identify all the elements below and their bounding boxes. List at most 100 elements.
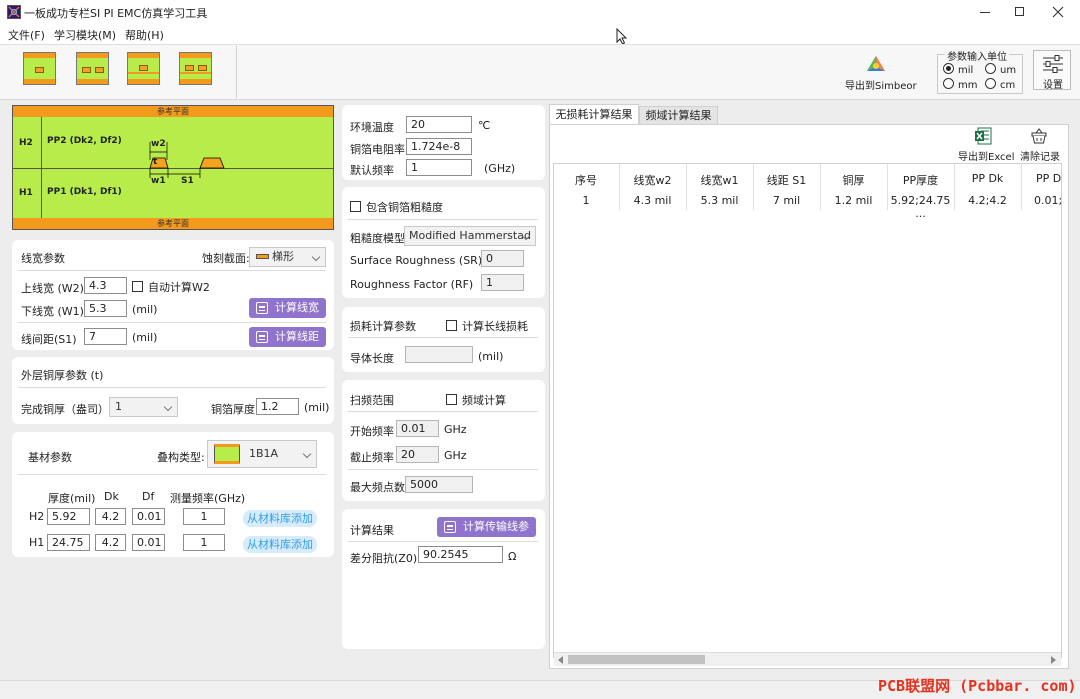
col-header: 铜厚 bbox=[842, 174, 865, 187]
h-label-divider bbox=[41, 117, 42, 218]
h1-label: H1 bbox=[19, 188, 33, 198]
roughness-checkbox[interactable]: 包含铜箔粗糙度 bbox=[350, 199, 443, 215]
stackup-4-button[interactable] bbox=[179, 52, 212, 85]
freq-domain-checkbox[interactable]: 频域计算 bbox=[446, 392, 506, 408]
substrate-title: 基材参数 bbox=[28, 451, 72, 464]
unit-mm-label: mm bbox=[958, 80, 978, 91]
watermark: PCB联盟网 (Pcbbar. com) bbox=[878, 677, 1077, 695]
res-input[interactable]: 1.724e-8 bbox=[406, 138, 472, 155]
menu-bar: 文件(F) 学习模块(M) 帮助(H) bbox=[0, 24, 1080, 44]
h1-thickness-input[interactable]: 24.75 bbox=[47, 534, 90, 551]
rf-label: Roughness Factor (RF) bbox=[350, 278, 474, 291]
scrollbar-thumb[interactable] bbox=[568, 655, 705, 664]
w1-field-label: 下线宽 (W1) bbox=[21, 305, 84, 318]
calc-width-button[interactable]: 计算线宽 bbox=[249, 298, 326, 318]
temp-label: 环境温度 bbox=[350, 121, 394, 134]
table-cell: 4.3 mil bbox=[633, 194, 672, 207]
col-divider bbox=[619, 163, 620, 210]
loss-title: 损耗计算参数 bbox=[350, 320, 416, 333]
export-simbeor-button[interactable]: 导出到Simbeor bbox=[845, 77, 917, 92]
s1-label: S1 bbox=[181, 176, 194, 186]
calc-tline-button[interactable]: 计算传输线参数 bbox=[437, 517, 536, 553]
table-cell: 1 bbox=[582, 194, 590, 207]
scroll-left-icon[interactable] bbox=[558, 656, 563, 664]
h1-dk-input[interactable]: 4.2 bbox=[95, 534, 126, 551]
w2-input[interactable]: 4.3 bbox=[84, 277, 127, 294]
clear-records-button[interactable]: 清除记录 bbox=[1020, 148, 1060, 163]
unit-cm-radio[interactable]: cm bbox=[985, 78, 1015, 91]
sweep-title: 扫频范围 bbox=[350, 394, 394, 407]
length-unit: (mil) bbox=[478, 350, 504, 363]
col-divider bbox=[753, 163, 754, 210]
etch-select[interactable]: 梯形 bbox=[249, 247, 326, 267]
s1-input[interactable]: 7 bbox=[84, 328, 127, 345]
cross-section-diagram: 参考平面 参考平面 H2 H1 PP2 (Dk2, Df2) PP1 (Dk1,… bbox=[12, 105, 334, 230]
stack-select[interactable]: 1B1A bbox=[207, 440, 317, 468]
maximize-button[interactable] bbox=[1013, 4, 1029, 20]
close-button[interactable] bbox=[1051, 4, 1067, 20]
calc-spacing-button[interactable]: 计算线距 bbox=[249, 327, 326, 347]
freq-label: 默认频率 bbox=[350, 164, 394, 177]
col-dk: Dk bbox=[104, 490, 119, 503]
stackup-2-button[interactable] bbox=[76, 52, 109, 85]
freq-input[interactable]: 1 bbox=[406, 159, 472, 176]
rf-input[interactable]: 1 bbox=[481, 274, 524, 291]
model-select[interactable]: Modified Hammerstad bbox=[404, 226, 536, 246]
h2-material-lib-button[interactable]: 从材料库添加 bbox=[243, 510, 317, 527]
w1-label: w1 bbox=[151, 176, 166, 186]
foil-unit: (mil) bbox=[304, 401, 330, 414]
minimize-button[interactable] bbox=[978, 4, 994, 20]
h1-freq-input[interactable]: 1 bbox=[183, 534, 225, 551]
auto-w2-label: 自动计算W2 bbox=[148, 281, 210, 294]
length-input[interactable] bbox=[405, 346, 473, 363]
finish-select[interactable]: 1 bbox=[109, 397, 178, 417]
table-cell: 7 mil bbox=[772, 194, 801, 207]
long-line-checkbox[interactable]: 计算长线损耗 bbox=[446, 318, 528, 334]
length-label: 导体长度 bbox=[350, 352, 394, 365]
sweep-sep bbox=[348, 411, 538, 412]
stackup-3-button[interactable] bbox=[127, 52, 160, 85]
unit-mil-radio[interactable]: mil bbox=[943, 63, 973, 76]
table-cell: 4.2;4.2 bbox=[968, 194, 1007, 207]
h2-dk-input[interactable]: 4.2 bbox=[95, 508, 126, 525]
z0-input[interactable]: 90.2545 bbox=[418, 546, 503, 563]
h1-material-lib-button[interactable]: 从材料库添加 bbox=[243, 536, 317, 553]
s1-field-label: 线间距(S1) bbox=[21, 333, 77, 346]
stackup-1-button[interactable] bbox=[23, 52, 56, 85]
menu-help[interactable]: 帮助(H) bbox=[125, 27, 164, 43]
sr-input[interactable]: 0 bbox=[481, 250, 524, 267]
toolbar-divider bbox=[236, 46, 237, 98]
h1-df-input[interactable]: 0.01 bbox=[132, 534, 165, 551]
h2-thickness-input[interactable]: 5.92 bbox=[47, 508, 90, 525]
col-divider bbox=[686, 163, 687, 210]
unit-mm-radio[interactable]: mm bbox=[943, 78, 977, 91]
roughness-checkbox-label: 包含铜箔粗糙度 bbox=[366, 201, 443, 214]
h2-freq-input[interactable]: 1 bbox=[183, 508, 225, 525]
unit-um-radio[interactable]: um bbox=[985, 63, 1016, 76]
col-header: PP D bbox=[1036, 172, 1062, 185]
scroll-right-icon[interactable] bbox=[1051, 656, 1056, 664]
etch-label: 蚀刻截面: bbox=[202, 252, 250, 265]
tab-freq[interactable]: 频域计算结果 bbox=[639, 106, 718, 125]
menu-file[interactable]: 文件(F) bbox=[8, 27, 45, 43]
basket-icon bbox=[1030, 127, 1048, 148]
horizontal-scrollbar[interactable] bbox=[554, 652, 1061, 666]
auto-w2-checkbox[interactable]: 自动计算W2 bbox=[132, 279, 210, 295]
tab-lossless[interactable]: 无损耗计算结果 bbox=[549, 104, 639, 125]
menu-learn[interactable]: 学习模块(M) bbox=[54, 27, 116, 43]
start-input[interactable]: 0.01 bbox=[396, 420, 439, 437]
model-label: 粗糙度模型 bbox=[350, 232, 405, 245]
start-label: 开始频率 bbox=[350, 425, 394, 438]
temp-input[interactable]: 20 bbox=[406, 116, 472, 133]
settings-button[interactable]: 设置 bbox=[1033, 50, 1071, 91]
h2-df-input[interactable]: 0.01 bbox=[132, 508, 165, 525]
line-width-sep bbox=[18, 270, 326, 271]
foil-input[interactable]: 1.2 bbox=[256, 398, 299, 415]
stop-input[interactable]: 20 bbox=[396, 446, 439, 463]
sweep-sep2 bbox=[348, 469, 538, 470]
trapezoid-icon bbox=[256, 254, 269, 259]
freq-domain-label: 频域计算 bbox=[462, 394, 506, 407]
points-input[interactable]: 5000 bbox=[405, 476, 473, 493]
export-excel-button[interactable]: 导出到Excel bbox=[958, 148, 1015, 163]
w1-input[interactable]: 5.3 bbox=[84, 300, 127, 317]
